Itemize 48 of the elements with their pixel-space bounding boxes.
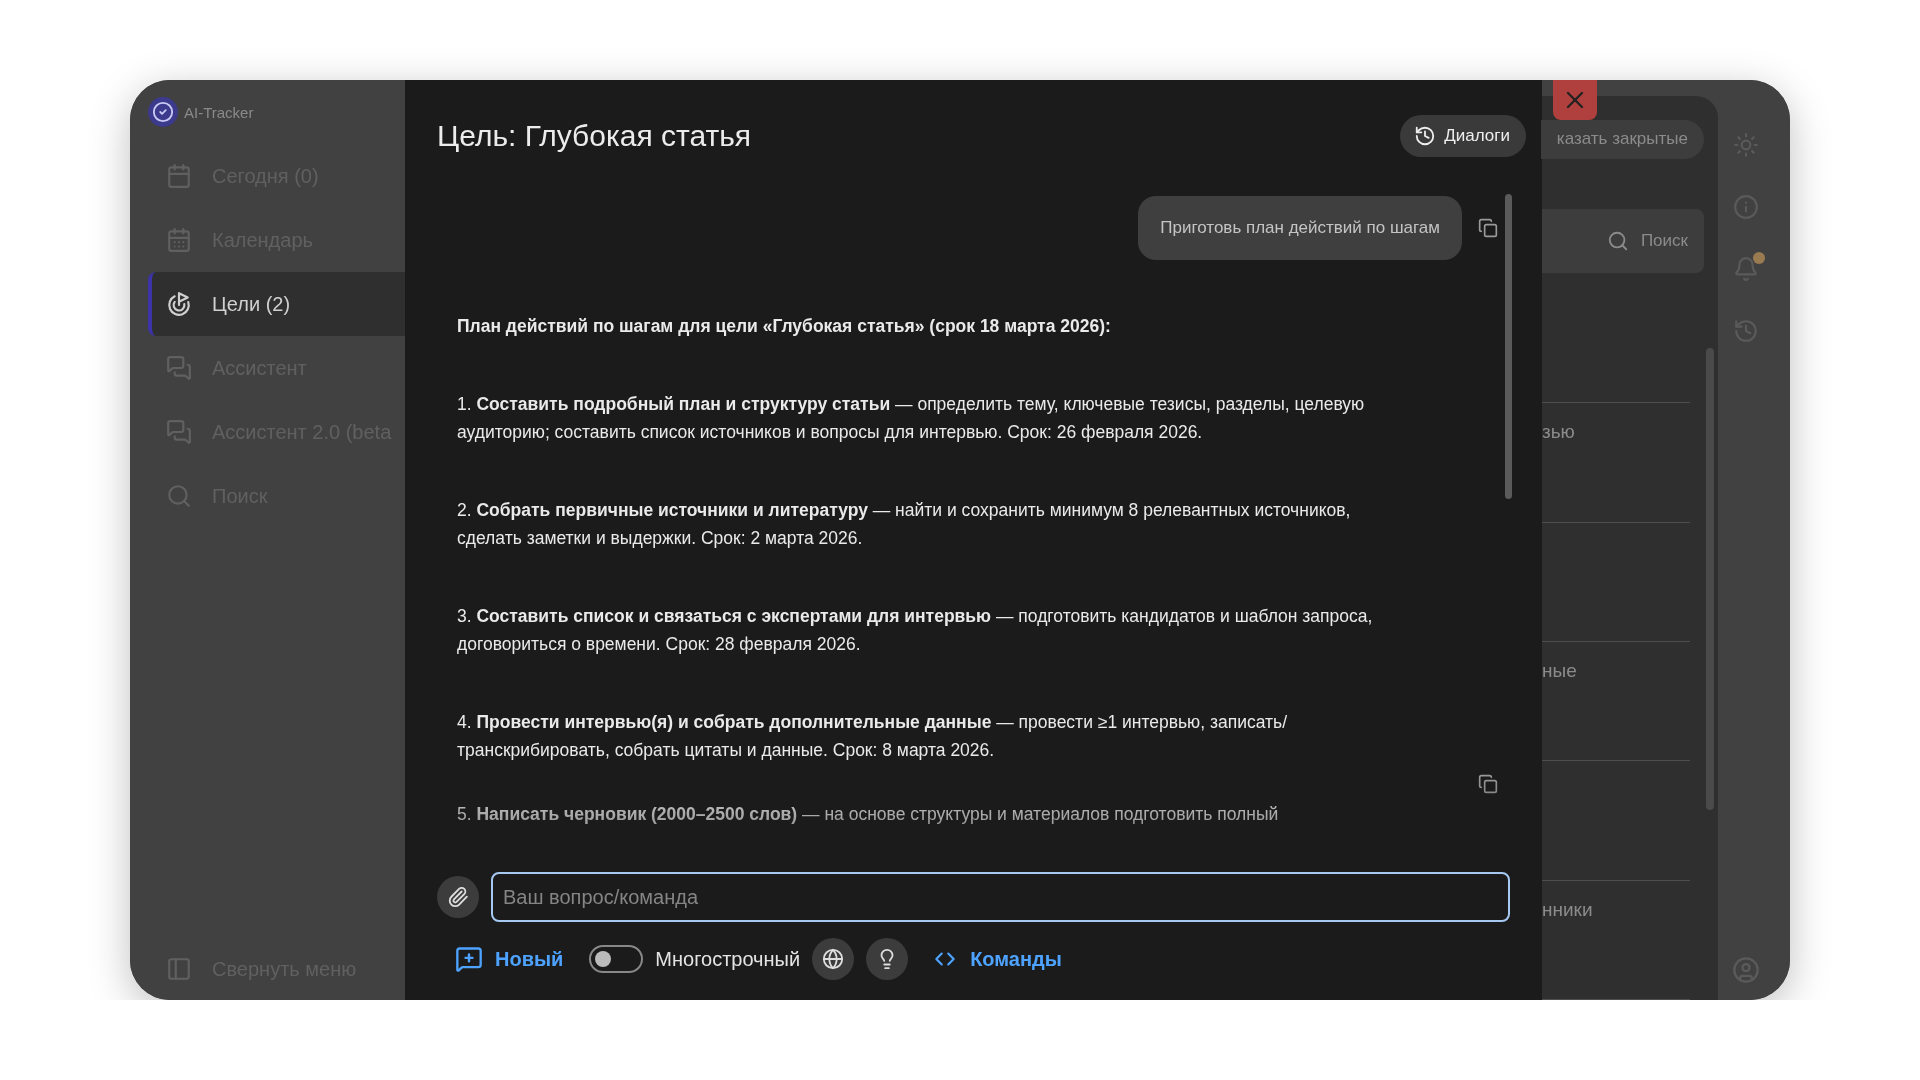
search-icon bbox=[166, 483, 192, 509]
chat-bubbles-icon bbox=[166, 419, 192, 445]
calendar-grid-icon bbox=[166, 227, 192, 253]
show-closed-button[interactable]: казать закрытые bbox=[1540, 120, 1704, 159]
account-icon[interactable] bbox=[1731, 956, 1760, 984]
history-icon bbox=[1414, 125, 1437, 147]
assistant-message-paragraph: План действий по шагам для цели «Глубокая статья» (срок 18 марта 2026): bbox=[457, 315, 1112, 338]
copy-icon[interactable] bbox=[1478, 218, 1498, 238]
dialog-title: Цель: Глубокая статья bbox=[437, 119, 752, 153]
dialogs-button[interactable]: Диалоги bbox=[1400, 115, 1526, 157]
new-chat-button[interactable]: Новый bbox=[455, 945, 564, 973]
sun-icon[interactable] bbox=[1732, 132, 1759, 158]
goal-title[interactable]: ные bbox=[1542, 660, 1577, 683]
goal-title[interactable]: зью bbox=[1542, 421, 1575, 444]
assistant-message-paragraph: 3. Составить список и связаться с экспертами для интервью — подготовить кандидатов и шаблон запроса, договориться о времени. Срок: 28 февраля 2026. bbox=[457, 605, 1374, 656]
assistant-message-paragraph: 5. Написать черновик (2000–2500 слов) — на основе структуры и материалов подготовить полный bbox=[457, 803, 1280, 826]
close-button[interactable] bbox=[1553, 80, 1597, 120]
chat-plus-icon bbox=[455, 945, 483, 973]
multiline-toggle[interactable] bbox=[589, 945, 644, 973]
chat-bubbles-icon bbox=[166, 355, 192, 381]
commands-button[interactable]: Команды bbox=[932, 946, 1062, 972]
paperclip-icon bbox=[447, 886, 469, 908]
notification-badge bbox=[1752, 252, 1765, 264]
history-icon[interactable] bbox=[1732, 318, 1759, 344]
search-icon bbox=[1606, 229, 1629, 252]
assistant-message-paragraph: 4. Провести интервью(я) и собрать дополнительные данные — провести ≥1 интервью, записать/ транскрибировать, собрать цитаты и данные. Срок: 8 марта 2026. bbox=[457, 711, 1289, 762]
web-search-button[interactable] bbox=[812, 938, 855, 980]
user-message: Приготовь план действий по шагам bbox=[1138, 196, 1462, 260]
target-icon bbox=[166, 291, 192, 317]
copy-icon[interactable] bbox=[1478, 774, 1498, 794]
scrollbar[interactable] bbox=[1505, 194, 1512, 499]
attach-button[interactable] bbox=[437, 876, 479, 918]
assistant-message-paragraph: 2. Собрать первичные источники и литературу — найти и сохранить минимум 8 релевантных источников, сделать заметки и выдержки. Срок: 2 марта 2026. bbox=[457, 499, 1352, 550]
logo-icon bbox=[152, 101, 174, 123]
ideas-button[interactable] bbox=[866, 938, 909, 980]
globe-icon bbox=[822, 948, 845, 970]
goal-title[interactable]: нники bbox=[1542, 898, 1593, 921]
assistant-message-paragraph: 1. Составить подробный план и структуру статьи — определить тему, ключевые тезисы, разделы, целевую аудиторию; составить список источников и вопросы для интервью. Срок: 26 февраля 2026. bbox=[457, 393, 1366, 444]
calendar-icon bbox=[166, 163, 192, 189]
sidebar-panel-icon bbox=[166, 956, 192, 982]
bell-icon[interactable] bbox=[1732, 256, 1759, 282]
search-field[interactable]: Поиск bbox=[1542, 208, 1704, 274]
info-icon[interactable] bbox=[1732, 194, 1759, 220]
sidebar-item[interactable]: Цели (2) bbox=[148, 272, 405, 336]
multiline-label: Многострочный bbox=[655, 947, 801, 971]
app-name: AI-Tracker bbox=[184, 103, 254, 121]
question-input-field[interactable]: Ваш вопрос/команда bbox=[491, 872, 1510, 922]
scrollbar[interactable] bbox=[1706, 348, 1714, 810]
